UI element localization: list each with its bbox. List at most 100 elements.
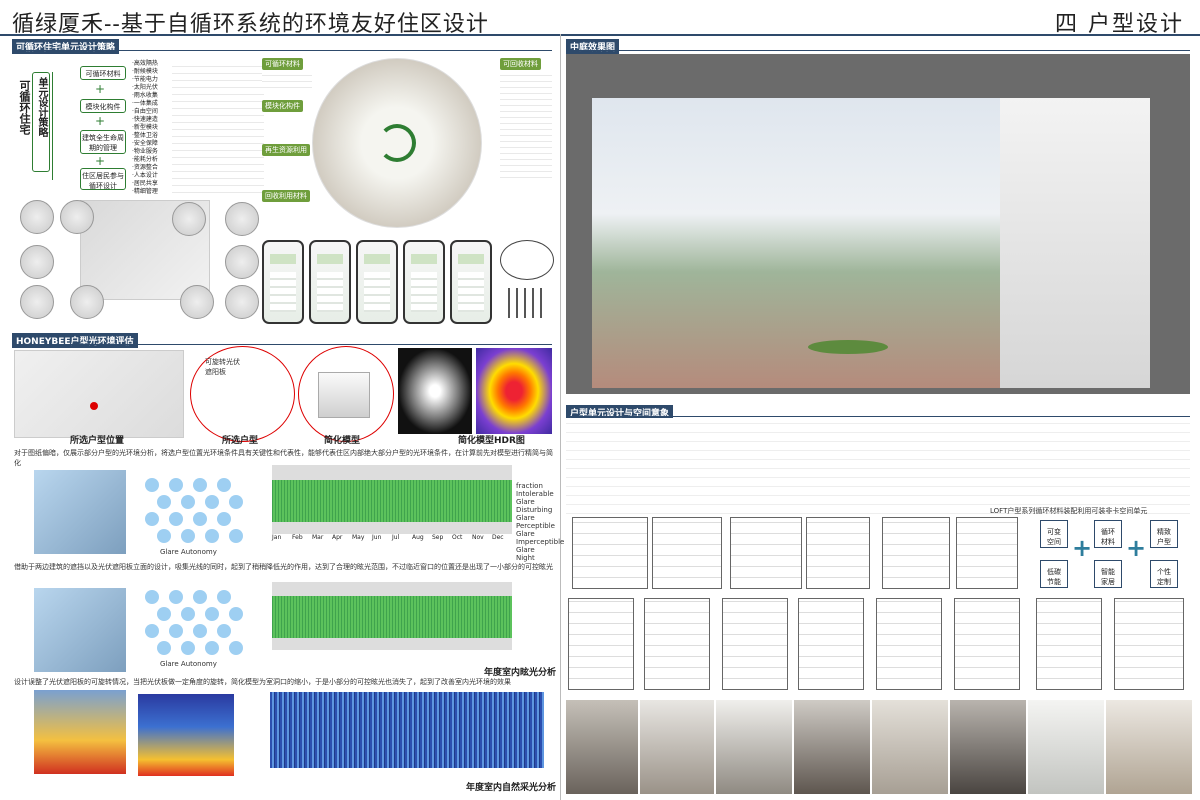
plus: + <box>95 114 106 128</box>
legend-entry: fraction <box>516 482 543 490</box>
night-band <box>272 522 512 534</box>
title-rule <box>0 34 1200 36</box>
glare-cube <box>34 588 126 672</box>
strategy-left: 可循环住宅 <box>18 80 31 135</box>
speech-bubble <box>500 240 554 280</box>
glare-point <box>181 495 195 509</box>
glare-point <box>217 590 231 604</box>
floor-plan <box>876 598 942 690</box>
glare-point <box>169 512 183 526</box>
app-screen <box>356 240 398 324</box>
glare-legend: fraction Intolerable Glare Disturbing Glar… <box>516 482 564 562</box>
appliance-icon <box>180 285 214 319</box>
appliance-icon <box>20 285 54 319</box>
hdr-falsecolor <box>476 348 552 434</box>
units-caption: LOFT户型系列循环材料装配利用可装非卡空间单元 <box>990 507 1148 515</box>
glare-point <box>193 590 207 604</box>
appliance-icon <box>70 285 104 319</box>
glare-point <box>157 607 171 621</box>
glare-point <box>229 529 243 543</box>
glare-point <box>229 495 243 509</box>
glare-label: Glare Autonomy <box>160 660 217 668</box>
glare-point <box>205 641 219 655</box>
section-honeybee: HONEYBEE户型光环境评估 <box>12 333 138 348</box>
tower-render <box>1000 98 1150 388</box>
feature-chip: 精致 户型 <box>1150 520 1178 548</box>
interior-photo <box>1106 700 1192 794</box>
strategy-list-item: ·高效隔热 <box>132 60 158 67</box>
label-location: 所选户型位置 <box>70 436 125 446</box>
connector <box>52 72 80 180</box>
site-model <box>14 350 184 438</box>
section-rule <box>566 50 1190 51</box>
interior-photo <box>640 700 714 794</box>
glare-point <box>181 529 195 543</box>
daylight-map <box>138 694 234 776</box>
text-block <box>500 70 552 180</box>
divider <box>560 34 561 800</box>
strategy-list-item: ·节能电力 <box>132 76 158 83</box>
appliance-icon <box>20 200 54 234</box>
floor-plan <box>954 598 1020 690</box>
desc-3: 设计误整了光伏遮阳板的可旋转情况，当把光伏板做一定角度的旋转，简化模型为室洞口的… <box>14 678 511 686</box>
label-simplified: 简化模型 <box>324 436 361 446</box>
floor-plan <box>956 517 1018 589</box>
month-tick: Jan <box>272 534 282 541</box>
glare-point <box>205 529 219 543</box>
month-tick: Aug <box>412 534 424 541</box>
section-courtyard: 中庭效果图 <box>566 39 620 54</box>
month-tick: May <box>352 534 365 541</box>
glare-autonomy-map <box>145 478 245 558</box>
interior-photo <box>566 700 638 794</box>
strategy-list-item: ·快速建造 <box>132 116 158 123</box>
strategy-list-item: ·人本设计 <box>132 172 158 179</box>
glare-point <box>181 641 195 655</box>
appliance-icon <box>20 245 54 279</box>
feature-chip: 低碳 节能 <box>1040 560 1068 588</box>
section-rule <box>12 344 552 345</box>
strategy-item: 可循环材料 <box>80 66 126 80</box>
glare-heatmap <box>272 596 512 638</box>
plus: + <box>1126 534 1147 562</box>
legend-entry: Night <box>516 554 535 562</box>
night-band <box>272 582 512 596</box>
month-tick: Jul <box>392 534 400 541</box>
strategy-list-item: ·安全保障 <box>132 140 158 147</box>
night-band <box>272 638 512 650</box>
glare-point <box>181 607 195 621</box>
glare-point <box>145 512 159 526</box>
month-axis: Jan Feb Mar Apr May Jun Jul Aug Sep Oct Nov Dec <box>272 534 512 542</box>
annotation: 可旋转光伏遮阳板 <box>205 358 240 376</box>
glare-label: Glare Autonomy <box>160 548 217 556</box>
desc-2: 借助于两边建筑的遮挡以及光伏遮阳板立面的设计，吸集光线的同时，起到了稍稍降低光的… <box>14 563 553 571</box>
month-tick: Jun <box>372 534 382 541</box>
month-tick: Nov <box>472 534 484 541</box>
tag: 再生资源利用 <box>262 144 310 156</box>
appliance-icon <box>172 202 206 236</box>
strategy-list-item: ·资源整合 <box>132 164 158 171</box>
month-tick: Sep <box>432 534 444 541</box>
tag: 可循环材料 <box>262 58 303 70</box>
floor-plan <box>572 517 648 589</box>
interior-photo <box>950 700 1026 794</box>
section-rule <box>12 50 552 51</box>
floor-plan <box>644 598 710 690</box>
text-block <box>262 70 312 92</box>
glare-point <box>193 512 207 526</box>
glare-point <box>217 624 231 638</box>
glare-point <box>169 590 183 604</box>
glare-point <box>169 624 183 638</box>
glare-point <box>205 495 219 509</box>
interior-photo <box>1028 700 1104 794</box>
floor-plan <box>722 598 788 690</box>
feature-chip: 可变 空间 <box>1040 520 1068 548</box>
glare-heatmap <box>272 480 512 522</box>
feature-chip: 个性 定制 <box>1150 560 1178 588</box>
floor-plan <box>730 517 802 589</box>
glare-point <box>229 641 243 655</box>
month-tick: Mar <box>312 534 324 541</box>
strategy-list-item: ·精细管理 <box>132 188 158 195</box>
strategy-item: 模块化构件 <box>80 99 126 113</box>
month-tick: Feb <box>292 534 303 541</box>
strategy-list-item: ·居民共享 <box>132 180 158 187</box>
